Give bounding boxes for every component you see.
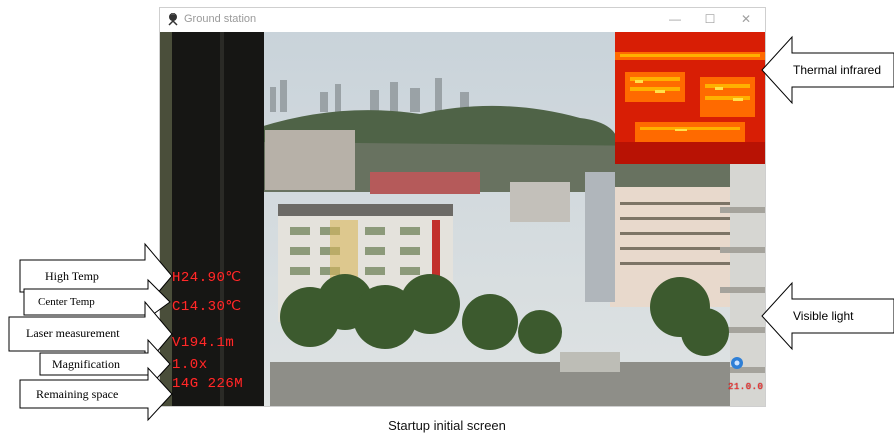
callout-magnification: Magnification xyxy=(52,357,120,371)
callout-remaining-space: Remaining space xyxy=(36,387,119,401)
callout-high-temp: High Temp xyxy=(45,269,99,283)
callout-laser-measurement: Laser measurement xyxy=(26,326,120,340)
callout-center-temp: Center Temp xyxy=(38,296,95,308)
callout-thermal-infrared: Thermal infrared xyxy=(793,63,882,77)
annotation-arrows xyxy=(8,35,894,422)
callout-visible-light: Visible light xyxy=(793,309,854,323)
figure-caption: Startup initial screen xyxy=(388,418,506,433)
